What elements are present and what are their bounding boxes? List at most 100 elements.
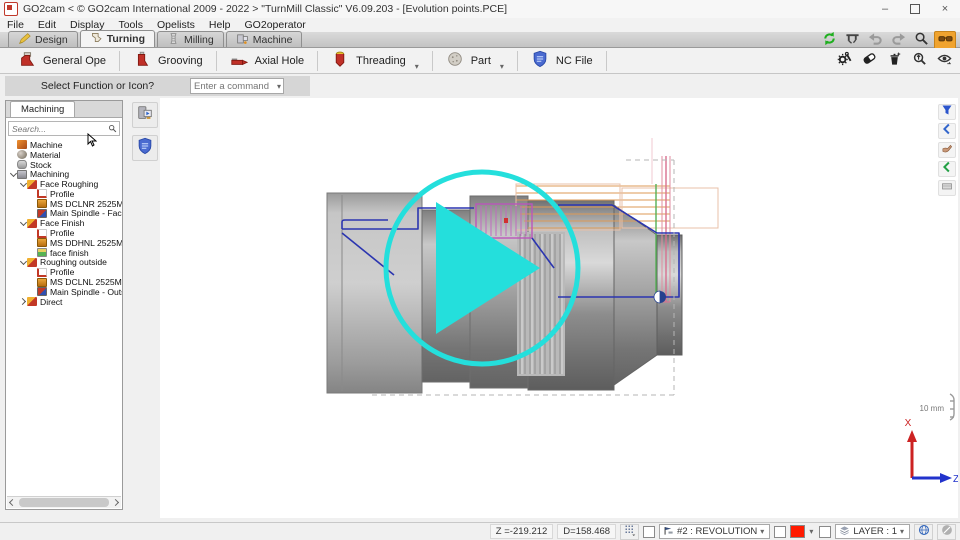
general-ope-button[interactable]: General Ope: [6, 49, 118, 73]
tree-item-profile[interactable]: Profile: [6, 267, 122, 277]
tree-item-ms-dclnl-2525m-09-t00[interactable]: MS DCLNL 2525M 09.T00: [6, 277, 122, 287]
zoom-button[interactable]: [911, 32, 931, 49]
tab-label: Design: [35, 34, 68, 46]
part-button[interactable]: Part▾: [434, 49, 516, 73]
tree-item-profile[interactable]: Profile: [6, 228, 122, 238]
help-button[interactable]: [937, 524, 956, 540]
measure-button[interactable]: [842, 32, 862, 49]
menu-opelists[interactable]: Opelists: [150, 19, 202, 31]
tree-item-machine[interactable]: Machine: [6, 140, 122, 150]
threading-button[interactable]: Threading▾: [319, 49, 431, 73]
tree-expander-icon[interactable]: [19, 261, 27, 264]
maximize-button[interactable]: [900, 0, 930, 18]
tree-expander-icon[interactable]: [19, 183, 27, 186]
tab-design[interactable]: Design: [8, 31, 78, 47]
tab-turning[interactable]: Turning: [80, 30, 155, 47]
funnel-icon: [941, 103, 953, 121]
close-button[interactable]: ×: [930, 0, 960, 18]
hand-icon: [941, 141, 953, 159]
op-threading-icon: [331, 50, 349, 71]
nc-file-button[interactable]: NC File: [519, 49, 605, 73]
menu-file[interactable]: File: [0, 19, 31, 31]
chevron-down-icon[interactable]: ▾: [809, 527, 815, 536]
axial-hole-button[interactable]: Axial Hole: [218, 49, 317, 73]
tree-item-roughing-outside[interactable]: Roughing outside: [6, 258, 122, 268]
command-combobox[interactable]: ▾: [190, 78, 284, 94]
panel-hscrollbar[interactable]: [7, 496, 121, 508]
globe-icon: [918, 524, 930, 539]
tab-machine[interactable]: Machine: [226, 31, 303, 47]
shield-icon: [136, 137, 154, 160]
material-icon: [17, 150, 27, 159]
color-checkbox[interactable]: [774, 526, 786, 538]
op-icon: [27, 297, 37, 306]
zoom-extents-button[interactable]: [909, 52, 929, 69]
command-strip: Select Function or Icon? ▾: [5, 76, 310, 96]
clean-button[interactable]: [884, 52, 904, 69]
tree-item-ms-ddhnl-2525m-15-t00[interactable]: MS DDHNL 2525M 15.T00: [6, 238, 122, 248]
tree-search-input[interactable]: [9, 124, 108, 134]
tree-expander-icon[interactable]: [9, 173, 17, 176]
chevron-down-icon[interactable]: ▾: [500, 62, 504, 73]
minimize-button[interactable]: –: [870, 0, 900, 18]
tree-item-material[interactable]: Material: [6, 150, 122, 160]
sync-button[interactable]: [819, 32, 839, 49]
tree-item-main-spindle-face[interactable]: Main Spindle - Face: [6, 209, 122, 219]
grooving-button[interactable]: Grooving: [121, 49, 215, 73]
tree-item-profile[interactable]: Profile: [6, 189, 122, 199]
workspace: 10 mm X Z Machining MachineMaterialStock…: [0, 98, 960, 522]
op-part-icon: [446, 50, 464, 71]
redo-button[interactable]: [888, 32, 908, 49]
viewport-3d[interactable]: 10 mm X Z: [160, 98, 958, 518]
plane-combobox[interactable]: #2 : REVOLUTION ▾: [659, 524, 770, 539]
menu-help[interactable]: Help: [202, 19, 238, 31]
chevron-down-icon[interactable]: ▾: [415, 62, 419, 73]
chevron-blue-icon: [941, 122, 953, 140]
tab-turning-icon: [90, 31, 103, 47]
layer-checkbox[interactable]: [819, 526, 831, 538]
collapse-blue-button[interactable]: [938, 123, 956, 139]
view-eye-button[interactable]: [934, 52, 954, 69]
tree-item-machining[interactable]: Machining: [6, 169, 122, 179]
tree-item-face-roughing[interactable]: Face Roughing: [6, 179, 122, 189]
scroll-right-icon[interactable]: [110, 497, 121, 508]
tree-item-direct[interactable]: Direct: [6, 297, 122, 307]
panel-toggle-button[interactable]: [938, 180, 956, 196]
tree-item-label: MS DCLNR 2525M 16.T00: [50, 199, 122, 209]
plane-checkbox[interactable]: [643, 526, 655, 538]
view-globe-button[interactable]: [914, 524, 933, 540]
chevron-down-icon[interactable]: ▾: [277, 82, 283, 91]
quick-toolbar-bottom: [834, 52, 954, 69]
machining-panel: Machining MachineMaterialStockMachiningF…: [5, 100, 123, 510]
collapse-green-button[interactable]: [938, 161, 956, 177]
tree-item-face-finish[interactable]: face finish: [6, 248, 122, 258]
menu-edit[interactable]: Edit: [31, 19, 63, 31]
tree-expander-icon[interactable]: [19, 299, 27, 304]
tree-item-ms-dclnr-2525m-16-t00[interactable]: MS DCLNR 2525M 16.T00: [6, 199, 122, 209]
tree-search-box[interactable]: [8, 121, 120, 136]
layer-combobox[interactable]: LAYER : 1 ▾: [835, 524, 910, 539]
separator: [216, 51, 217, 71]
undo-button[interactable]: [865, 32, 885, 49]
grid-snap-button[interactable]: [620, 524, 639, 540]
tree-item-main-spindle-outside[interactable]: Main Spindle - Outside: [6, 287, 122, 297]
eraser-button[interactable]: [859, 52, 879, 69]
tab-machining[interactable]: Machining: [10, 101, 75, 117]
machine-config-button[interactable]: [834, 52, 854, 69]
filter-button[interactable]: [938, 104, 956, 120]
scrollbar-thumb[interactable]: [19, 498, 109, 507]
tree-item-label: Profile: [50, 189, 74, 199]
scroll-left-icon[interactable]: [7, 497, 18, 508]
grab-tool-button[interactable]: [938, 142, 956, 158]
tree-expander-icon[interactable]: [19, 222, 27, 225]
tree-item-stock[interactable]: Stock: [6, 160, 122, 170]
command-input[interactable]: [191, 81, 277, 92]
simulation-button[interactable]: [132, 102, 158, 128]
menu-go2operator[interactable]: GO2operator: [238, 19, 313, 31]
color-swatch[interactable]: [790, 525, 805, 538]
tree-item-face-finish[interactable]: Face Finish: [6, 218, 122, 228]
button-label: Grooving: [158, 55, 203, 67]
command-prompt-label: Select Function or Icon?: [5, 76, 190, 96]
tab-milling[interactable]: Milling: [157, 31, 224, 47]
nc-shield-button[interactable]: [132, 135, 158, 161]
